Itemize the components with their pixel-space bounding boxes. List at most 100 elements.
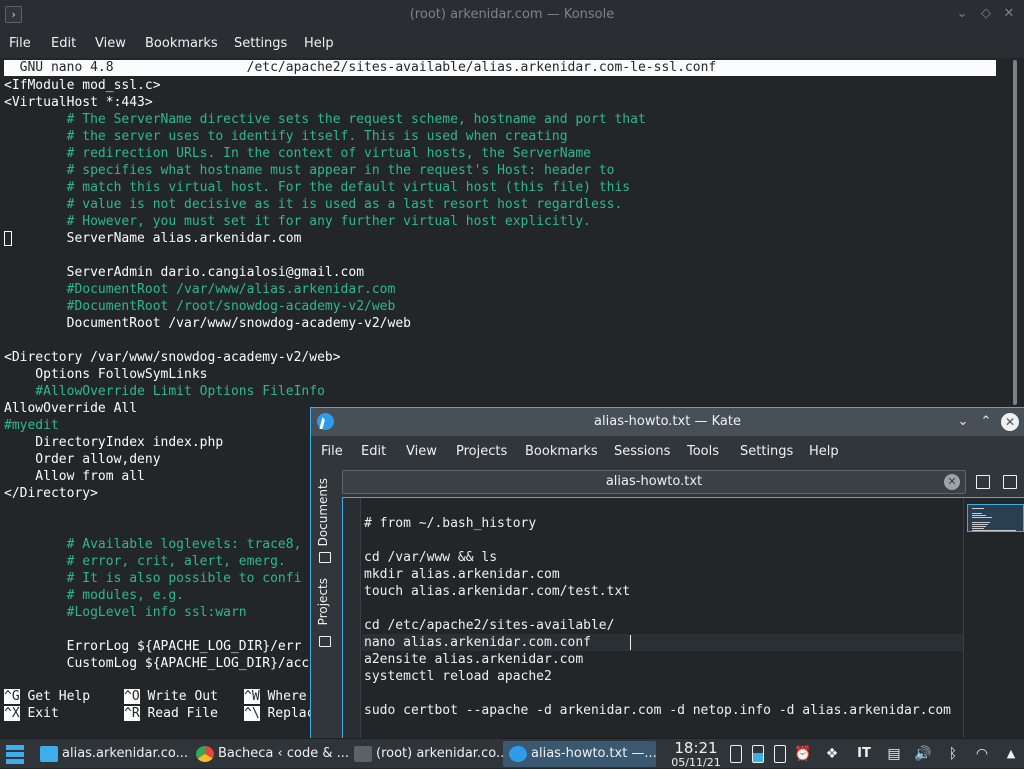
minimap-line — [972, 528, 984, 529]
sidebar-tab-projects[interactable]: Projects — [316, 578, 330, 625]
terminal-line: # specifies what hostname must appear in… — [4, 163, 615, 178]
nano-shortcut-exit: ^X Exit — [4, 706, 59, 721]
expand-tray-icon[interactable]: ▲ — [1002, 745, 1020, 763]
kate-titlebar[interactable]: alias-howto.txt — Kate ⌄ ⌃ ✕ — [311, 408, 1024, 436]
terminal-line: # the server uses to identify itself. Th… — [4, 129, 568, 144]
terminal-line: #LogLevel info ssl:warn — [4, 605, 247, 620]
kate-menu-help[interactable]: Help — [809, 444, 839, 459]
menu-file[interactable]: File — [9, 36, 31, 51]
terminal-line: # The ServerName directive sets the requ… — [4, 112, 646, 127]
nano-shortcut-write-out: ^O Write Out — [124, 689, 218, 704]
terminal-line: <VirtualHost *:443> — [4, 95, 153, 110]
maximize-icon[interactable]: ◇ — [978, 6, 994, 22]
battery-2-icon[interactable] — [752, 745, 764, 763]
kate-menubar: File Edit View Projects Bookmarks Sessio… — [311, 436, 1024, 466]
menu-settings[interactable]: Settings — [234, 36, 287, 51]
kate-menu-view[interactable]: View — [406, 444, 437, 459]
kate-sidebar: Documents Projects — [311, 466, 339, 739]
editor-line: touch alias.arkenidar.com/test.txt — [364, 584, 631, 599]
minimap-line — [972, 517, 992, 518]
dolphin-icon — [40, 746, 58, 762]
editor-line: cd /etc/apache2/sites-available/ — [364, 618, 615, 633]
minimap-line — [972, 513, 982, 514]
task-kate[interactable]: alias-howto.txt —... — [503, 741, 657, 767]
tab-close-icon[interactable]: ✕ — [944, 474, 960, 490]
wifi-icon[interactable]: ◠ — [973, 745, 991, 763]
terminal-line: ServerName alias.arkenidar.com — [4, 231, 302, 246]
terminal-line: ServerAdmin dario.cangialosi@gmail.com — [4, 265, 365, 280]
kate-menu-tools[interactable]: Tools — [687, 444, 719, 459]
split-view-icon[interactable] — [1003, 475, 1017, 489]
terminal-line: #DocumentRoot /root/snowdog-academy-v2/w… — [4, 299, 396, 314]
menu-bookmarks[interactable]: Bookmarks — [145, 36, 218, 51]
task-chrome[interactable]: Bacheca ‹ code & ... — [190, 741, 349, 767]
minimap-line — [972, 524, 988, 525]
menu-help[interactable]: Help — [304, 36, 334, 51]
terminal-line: DirectoryIndex index.php — [4, 435, 224, 450]
kate-menu-file[interactable]: File — [321, 444, 343, 459]
chrome-icon — [196, 746, 214, 762]
sidebar-tab-documents[interactable]: Documents — [316, 478, 330, 546]
device-icon[interactable] — [774, 745, 786, 763]
minimap-line — [972, 515, 986, 516]
terminal-scrollbar[interactable] — [1013, 60, 1017, 405]
maximize-icon[interactable]: ⌃ — [977, 413, 995, 431]
nano-shortcut-where-is: ^W Where — [244, 689, 307, 704]
konsole-icon — [354, 746, 372, 762]
editor-line: systemctl reload apache2 — [364, 669, 552, 684]
konsole-titlebar[interactable]: › (root) arkenidar.com — Konsole ⌄ ◇ ✕ — [0, 0, 1024, 30]
menu-edit[interactable]: Edit — [51, 36, 76, 51]
terminal-line: # However, you must set it for any furth… — [4, 214, 591, 229]
menu-view[interactable]: View — [95, 36, 126, 51]
clock-time[interactable]: 18:21 — [673, 739, 719, 757]
terminal-line: #myedit — [4, 418, 59, 433]
terminal-line: # It is also possible to confi — [4, 571, 302, 586]
terminal-line: Allow from all — [4, 469, 145, 484]
terminal-line: Options FollowSymLinks — [4, 367, 208, 382]
kate-menu-bookmarks[interactable]: Bookmarks — [525, 444, 598, 459]
minimap-line — [972, 522, 990, 523]
close-icon[interactable]: ✕ — [1001, 413, 1019, 431]
minimize-icon[interactable]: ⌄ — [954, 6, 970, 22]
kate-menu-edit[interactable]: Edit — [361, 444, 386, 459]
text-editor[interactable]: # from ~/.bash_history cd /var/www && ls… — [342, 497, 1024, 739]
minimap-line — [972, 508, 984, 509]
text-cursor — [630, 635, 631, 650]
editor-minimap[interactable] — [963, 498, 1024, 738]
close-icon[interactable]: ✕ — [1001, 6, 1017, 22]
clipboard-icon[interactable]: ▤ — [885, 745, 903, 763]
application-launcher-icon[interactable] — [4, 744, 26, 764]
kate-menu-sessions[interactable]: Sessions — [614, 444, 670, 459]
terminal-line: <Directory /var/www/snowdog-academy-v2/w… — [4, 350, 341, 365]
keyboard-layout-indicator[interactable]: IT — [855, 745, 873, 763]
editor-line: a2ensite alias.arkenidar.com — [364, 652, 584, 667]
nano-shortcut-read-file: ^R Read File — [124, 706, 218, 721]
document-icon[interactable] — [976, 475, 990, 489]
bluetooth-icon[interactable]: ᛒ — [944, 745, 962, 763]
terminal-line: AllowOverride All — [4, 401, 138, 416]
nano-shortcut-replace: ^\ Replac — [244, 706, 315, 721]
terminal-line: Order allow,deny — [4, 452, 161, 467]
kate-menu-settings[interactable]: Settings — [740, 444, 793, 459]
editor-line: cd /var/www && ls — [364, 550, 498, 565]
kate-menu-projects[interactable]: Projects — [456, 444, 507, 459]
terminal-line: # error, crit, alert, emerg. — [4, 554, 286, 569]
dropbox-icon[interactable]: ❖ — [823, 745, 841, 763]
notifications-icon[interactable]: ⏰ — [794, 745, 812, 763]
volume-icon[interactable]: 🔊 — [914, 745, 932, 763]
document-tab[interactable]: alias-howto.txt ✕ — [342, 470, 966, 494]
nano-shortcut-get-help: ^G Get Help — [4, 689, 91, 704]
task-dolphin[interactable]: alias.arkenidar.co... — [34, 741, 188, 767]
minimize-icon[interactable]: ⌄ — [954, 413, 972, 431]
kate-icon — [509, 746, 527, 762]
task-konsole[interactable]: (root) arkenidar.co... — [348, 741, 508, 767]
clock-date[interactable]: 05/11/21 — [668, 756, 724, 769]
editor-line: # from ~/.bash_history — [364, 516, 537, 531]
kate-window-title: alias-howto.txt — Kate — [594, 414, 741, 429]
battery-icon[interactable] — [730, 745, 742, 763]
minimap-viewport[interactable] — [967, 504, 1024, 532]
terminal-line: # match this virtual host. For the defau… — [4, 180, 631, 195]
list-icon[interactable] — [319, 636, 331, 647]
folder-icon[interactable] — [319, 552, 331, 563]
document-tab-label: alias-howto.txt — [605, 474, 703, 489]
